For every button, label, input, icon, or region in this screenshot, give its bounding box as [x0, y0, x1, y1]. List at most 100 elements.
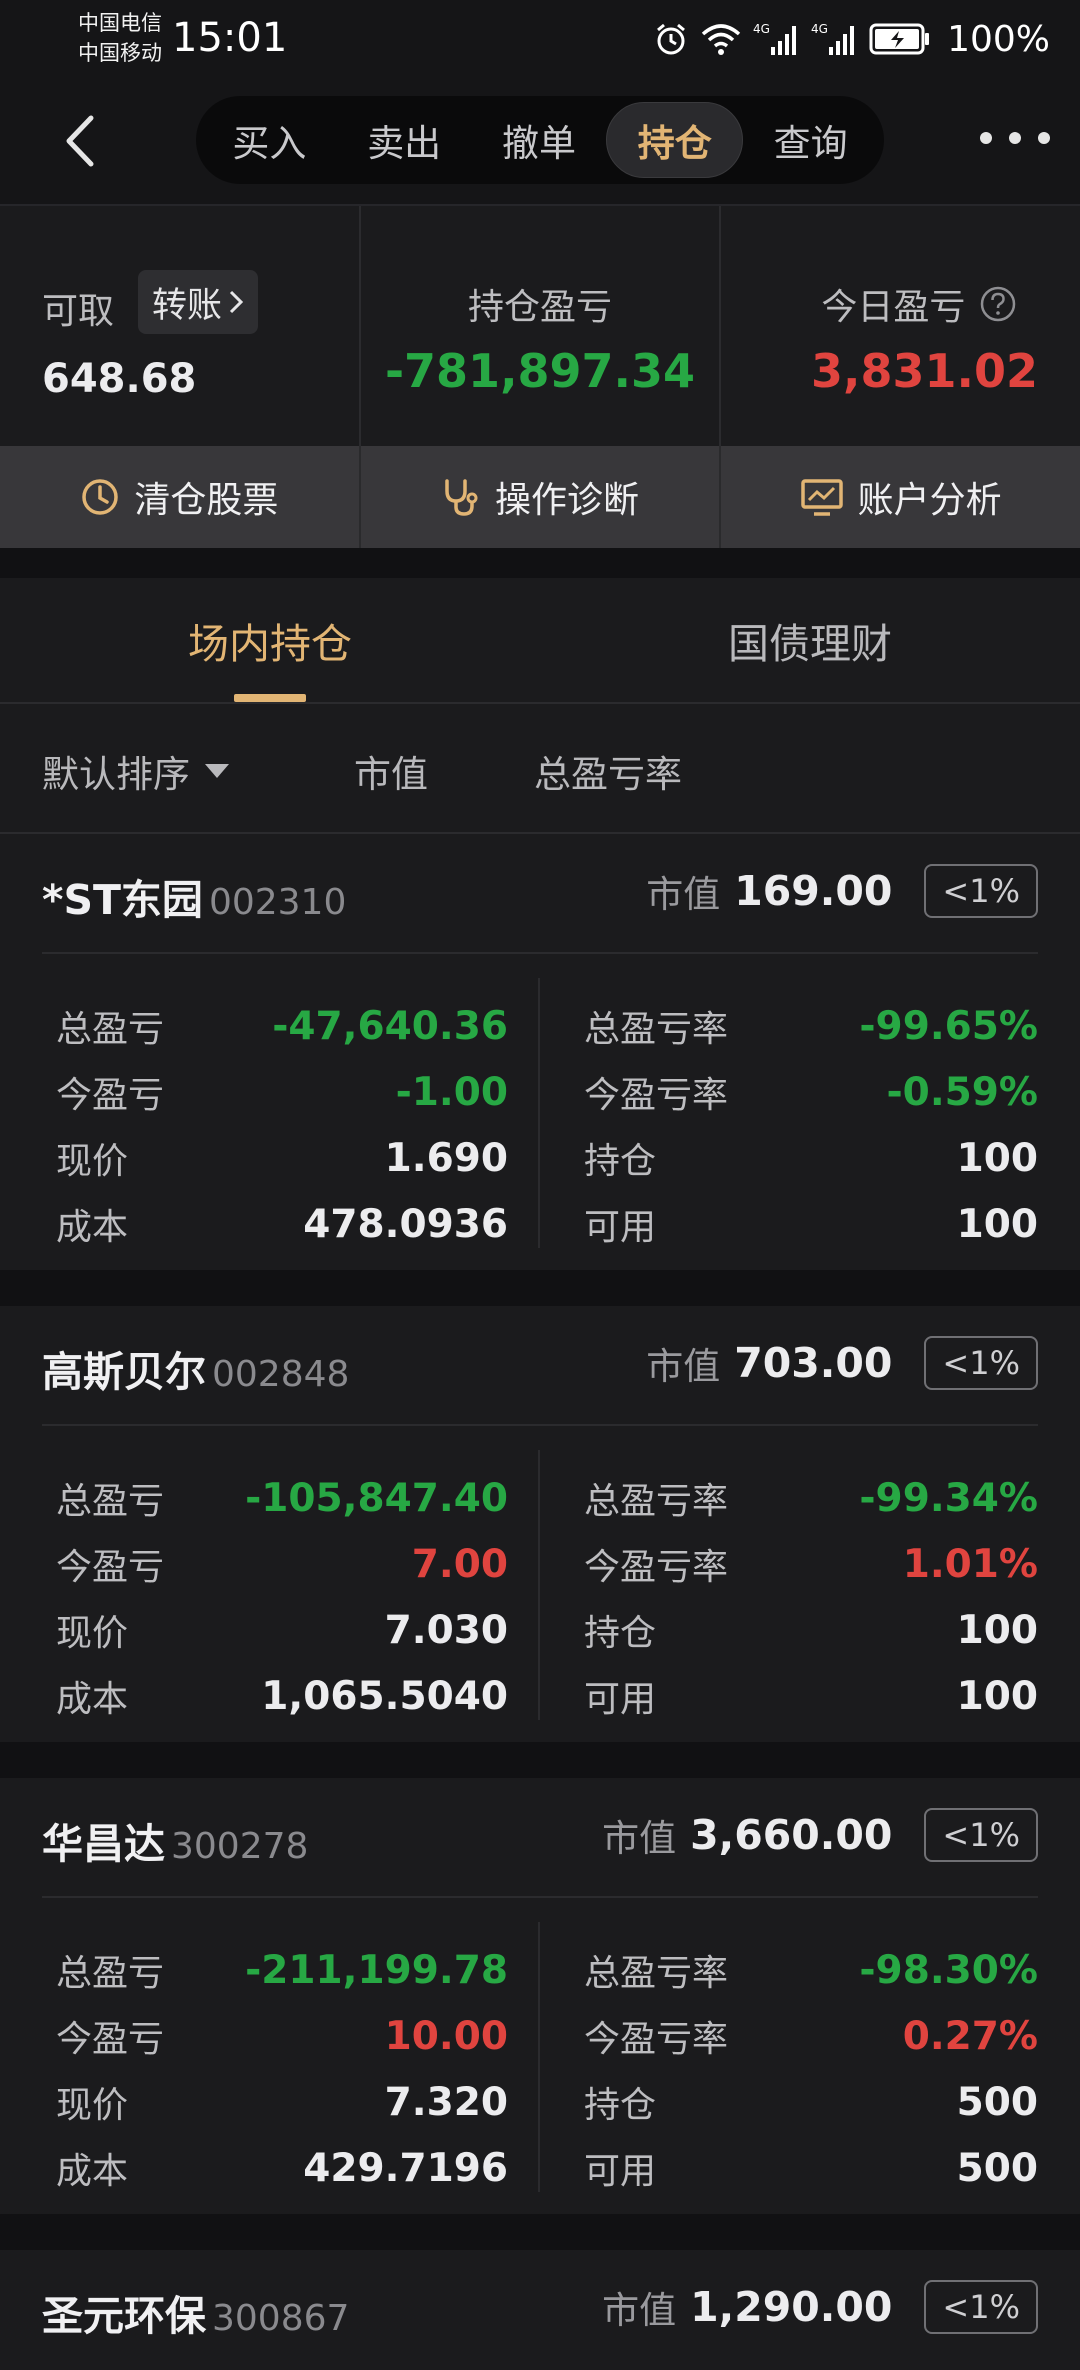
- signal-4g-icon: 4G: [753, 22, 797, 55]
- tab-query[interactable]: 查询: [743, 102, 878, 178]
- tab-buy[interactable]: 买入: [202, 102, 337, 178]
- price-label: 现价: [56, 1613, 129, 1654]
- sort-bar: 默认排序 市值 总盈亏率: [0, 704, 1080, 834]
- battery-charging-icon: [869, 23, 930, 55]
- market-value-wrap: 市值 169.00 <1%: [646, 864, 1038, 918]
- available-row: 可用 100: [584, 1666, 1038, 1726]
- account-summary: 可取 转账 648.68 持仓盈亏 -781,897.34 今日盈亏 3,831…: [0, 206, 1080, 446]
- stock-name: 高斯贝尔: [42, 1348, 206, 1396]
- position-row: 持仓 100: [584, 1600, 1038, 1660]
- cost-label: 成本: [56, 2151, 129, 2192]
- stock-name: 圣元环保: [42, 2292, 206, 2340]
- svg-text:4G: 4G: [753, 22, 770, 36]
- sort-by-market-value[interactable]: 市值: [354, 744, 428, 798]
- total-pl-row: 总盈亏 -105,847.40: [56, 1468, 508, 1528]
- stock-card[interactable]: *ST东园 002310 市值 169.00 <1% 总盈亏 -47,640.36…: [0, 834, 1080, 1270]
- more-dot-icon: [1038, 132, 1050, 144]
- transfer-button[interactable]: 转账: [138, 270, 259, 334]
- available-value: 648.68: [42, 356, 197, 402]
- total-pl-rate-label: 总盈亏率: [584, 1009, 729, 1050]
- battery-level: 100%: [947, 18, 1050, 60]
- position-value: 100: [956, 1607, 1038, 1653]
- clock-icon: [82, 479, 119, 515]
- today-pl-label: 今盈亏: [56, 1547, 165, 1588]
- stock-card-header: *ST东园 002310 市值 169.00 <1%: [42, 834, 1038, 954]
- back-button[interactable]: [50, 106, 110, 176]
- stock-card-body: 总盈亏 -105,847.40 今盈亏 7.00 现价 7.030 成本 1,0…: [42, 1426, 1038, 1742]
- chevron-left-icon: [66, 115, 94, 167]
- price-label: 现价: [56, 2085, 129, 2126]
- available-value: 100: [956, 1673, 1038, 1719]
- today-pl-value: 10.00: [384, 2013, 508, 2059]
- position-row: 持仓 100: [584, 1128, 1038, 1188]
- stock-name-wrap: 高斯贝尔 002848: [42, 1338, 349, 1398]
- account-analysis-button[interactable]: 账户分析: [721, 446, 1080, 548]
- more-dot-icon: [1009, 132, 1021, 144]
- chevron-right-icon: [229, 290, 244, 314]
- tab-cancel-order[interactable]: 撤单: [472, 102, 607, 178]
- cost-label: 成本: [56, 1207, 129, 1248]
- stock-card[interactable]: 华昌达 300278 市值 3,660.00 <1% 总盈亏 -211,199.7…: [0, 1778, 1080, 2214]
- total-pl-row: 总盈亏 -47,640.36: [56, 996, 508, 1056]
- stock-code: 002848: [212, 1354, 350, 1395]
- tab-in-market-holdings[interactable]: 场内持仓: [0, 578, 540, 702]
- cost-row: 成本 1,065.5040: [56, 1666, 508, 1726]
- transfer-label: 转账: [152, 285, 223, 326]
- carrier-info: 中国电信 中国移动: [78, 8, 162, 68]
- today-pl-value: 7.00: [411, 1541, 508, 1587]
- price-row: 现价 7.030: [56, 1600, 508, 1660]
- tab-treasury-bonds[interactable]: 国债理财: [540, 578, 1080, 702]
- stock-card-body: 总盈亏 -211,199.78 今盈亏 10.00 现价 7.320 成本 42…: [42, 1898, 1038, 2214]
- today-pl-rate-row: 今盈亏率 1.01%: [584, 1534, 1038, 1594]
- market-value-label: 市值: [602, 2289, 677, 2332]
- position-label: 持仓: [584, 1141, 657, 1182]
- sort-default-dropdown[interactable]: 默认排序: [42, 744, 230, 798]
- weight-badge: <1%: [924, 2280, 1038, 2334]
- total-pl-rate-row: 总盈亏率 -99.34%: [584, 1468, 1038, 1528]
- trade-segmented-control: 买入 卖出 撤单 持仓 查询: [196, 96, 884, 184]
- today-pl-rate-row: 今盈亏率 -0.59%: [584, 1062, 1038, 1122]
- sort-by-total-rate[interactable]: 总盈亏率: [534, 744, 682, 798]
- total-pl-label: 总盈亏: [56, 1953, 165, 1994]
- operation-diagnosis-button[interactable]: 操作诊断: [361, 446, 722, 548]
- clear-stocks-button[interactable]: 清仓股票: [0, 446, 361, 548]
- position-label: 持仓: [584, 1613, 657, 1654]
- price-row: 现价 7.320: [56, 2072, 508, 2132]
- column-divider: [538, 1450, 540, 1720]
- cost-value: 429.7196: [303, 2145, 508, 2191]
- alarm-icon: [657, 23, 686, 55]
- market-value-label: 市值: [646, 1345, 721, 1388]
- available-label: 可用: [584, 1207, 657, 1248]
- holdings-tabs: 场内持仓 国债理财: [0, 578, 1080, 704]
- stock-card[interactable]: 高斯贝尔 002848 市值 703.00 <1% 总盈亏 -105,847.40…: [0, 1306, 1080, 1742]
- total-pl-rate-row: 总盈亏率 -98.30%: [584, 1940, 1038, 2000]
- holding-pl-label: 持仓盈亏: [468, 287, 613, 328]
- sort-default-label: 默认排序: [42, 753, 190, 796]
- total-pl-value: -211,199.78: [245, 1947, 508, 1993]
- more-options-button[interactable]: [980, 118, 1050, 158]
- stock-card-header: 华昌达 300278 市值 3,660.00 <1%: [42, 1778, 1038, 1898]
- carrier-2: 中国移动: [78, 41, 162, 65]
- total-pl-rate-value: -99.34%: [859, 1475, 1038, 1521]
- cost-row: 成本 478.0936: [56, 1194, 508, 1254]
- status-time: 15:01: [172, 15, 288, 61]
- today-pl-label: 今日盈亏: [821, 287, 966, 328]
- cost-row: 成本 429.7196: [56, 2138, 508, 2198]
- today-pl-rate-row: 今盈亏率 0.27%: [584, 2006, 1038, 2066]
- help-icon[interactable]: [979, 285, 1017, 323]
- tab-positions[interactable]: 持仓: [606, 102, 744, 178]
- more-dot-icon: [980, 132, 992, 144]
- available-row: 可用 100: [584, 1194, 1038, 1254]
- market-value-wrap: 市值 3,660.00 <1%: [602, 1808, 1038, 1862]
- quick-actions-bar: 清仓股票 操作诊断 账户分析: [0, 446, 1080, 548]
- tab-sell[interactable]: 卖出: [337, 102, 472, 178]
- carrier-1: 中国电信: [78, 11, 162, 35]
- cost-label: 成本: [56, 1679, 129, 1720]
- position-label: 持仓: [584, 2085, 657, 2126]
- cost-value: 478.0936: [303, 1201, 508, 1247]
- today-pl-rate-value: 1.01%: [902, 1541, 1038, 1587]
- column-divider: [538, 978, 540, 1248]
- total-pl-rate-label: 总盈亏率: [584, 1953, 729, 1994]
- total-pl-value: -47,640.36: [272, 1003, 508, 1049]
- stock-card[interactable]: 圣元环保 300867 市值 1,290.00 <1%: [0, 2250, 1080, 2370]
